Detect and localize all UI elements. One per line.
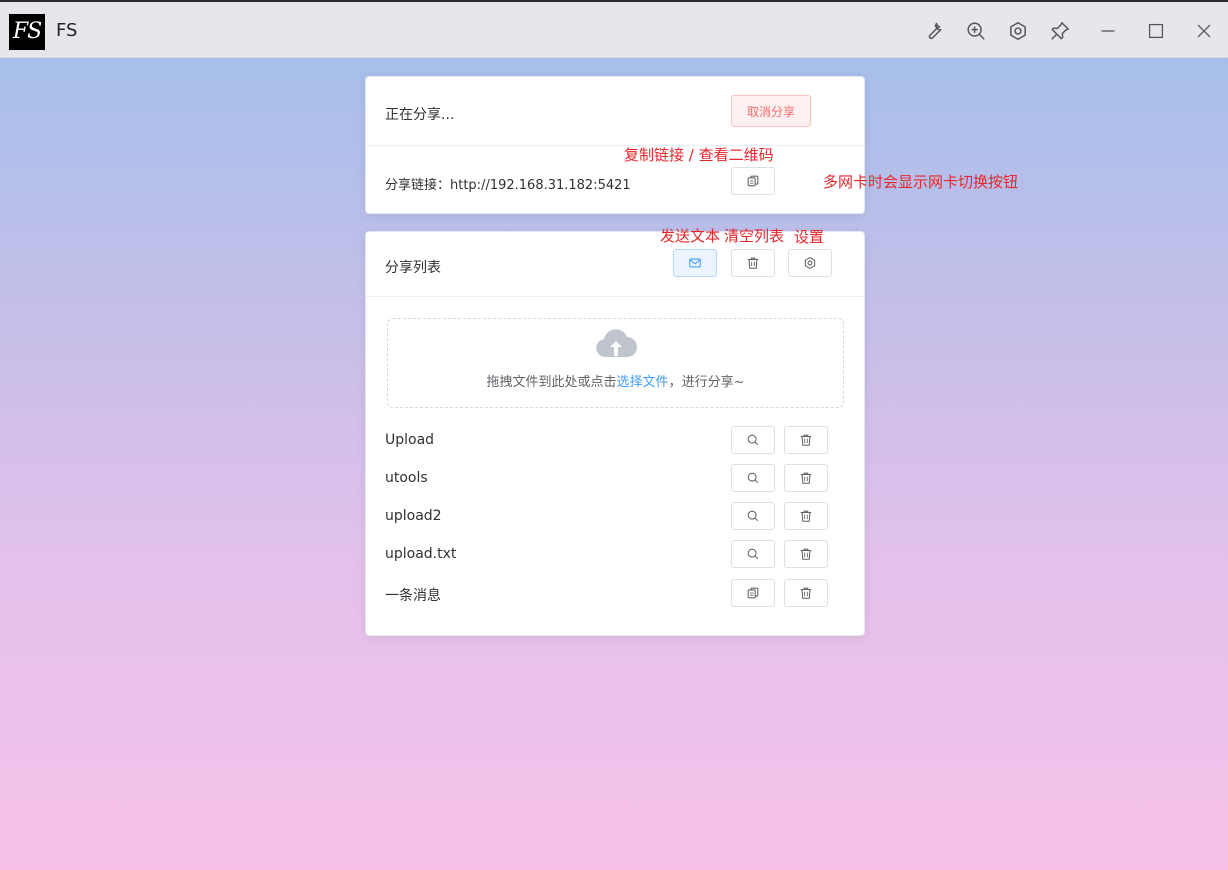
gear-icon (803, 256, 817, 270)
upload-dropzone[interactable]: 拖拽文件到此处或点击选择文件，进行分享~ (387, 318, 844, 408)
annotation-settings: 设置 (794, 228, 825, 246)
trash-icon (799, 433, 813, 447)
trash-icon (799, 471, 813, 485)
upload-hint: 拖拽文件到此处或点击选择文件，进行分享~ (388, 371, 843, 390)
divider (366, 296, 864, 297)
annotation-send-text: 发送文本 (660, 227, 721, 245)
search-icon (746, 547, 760, 561)
copy-icon (746, 174, 760, 188)
delete-button[interactable] (784, 426, 828, 454)
share-status-text: 正在分享... (385, 107, 455, 123)
share-list-title: 分享列表 (385, 260, 441, 276)
preview-button[interactable] (731, 502, 775, 530)
trash-icon (799, 547, 813, 561)
copy-link-button[interactable] (731, 167, 775, 195)
clear-list-button[interactable] (731, 249, 775, 277)
list-item-name: upload.txt (385, 546, 457, 562)
annotation-clear-list: 清空列表 (724, 227, 785, 245)
send-text-button[interactable] (673, 249, 717, 277)
close-icon[interactable] (1193, 20, 1215, 42)
delete-button[interactable] (784, 540, 828, 568)
mail-icon (688, 256, 702, 270)
delete-button[interactable] (784, 502, 828, 530)
list-item-name: Upload (385, 432, 435, 448)
upload-hint-prefix: 拖拽文件到此处或点击 (486, 375, 617, 390)
share-list-card: 分享列表 拖拽文件到此处或点击选择文件，进行分享~ Upload utools … (365, 231, 865, 636)
pin-icon[interactable] (1049, 20, 1071, 42)
delete-button[interactable] (784, 464, 828, 492)
app-title: FS (56, 20, 78, 41)
list-item-name: utools (385, 470, 428, 486)
zoom-in-icon[interactable] (965, 20, 987, 42)
maximize-icon[interactable] (1145, 20, 1167, 42)
trash-icon (799, 586, 813, 600)
share-link-text: 分享链接：http://192.168.31.182:5421 (385, 178, 631, 193)
app-logo: FS (9, 14, 45, 50)
cloud-upload-icon (596, 329, 637, 357)
copy-icon (746, 586, 760, 600)
copy-button[interactable] (731, 579, 775, 607)
list-item-name: 一条消息 (385, 588, 441, 604)
divider (366, 145, 864, 146)
wrench-icon[interactable] (923, 20, 945, 42)
trash-icon (746, 256, 760, 270)
annotation-multi-nic: 多网卡时会显示网卡切换按钮 (823, 173, 1019, 191)
search-icon (746, 433, 760, 447)
search-icon (746, 509, 760, 523)
share-status-card: 正在分享... 取消分享 分享链接：http://192.168.31.182:… (365, 76, 865, 214)
minimize-icon[interactable] (1097, 20, 1119, 42)
search-icon (746, 471, 760, 485)
preview-button[interactable] (731, 540, 775, 568)
delete-button[interactable] (784, 579, 828, 607)
select-file-link[interactable]: 选择文件 (617, 375, 669, 390)
preview-button[interactable] (731, 464, 775, 492)
trash-icon (799, 509, 813, 523)
cancel-share-button[interactable]: 取消分享 (731, 95, 811, 127)
title-bar: FS FS (0, 2, 1228, 58)
upload-hint-suffix: ，进行分享~ (668, 375, 745, 390)
annotation-copy-link: 复制链接 / 查看二维码 (624, 146, 774, 164)
preview-button[interactable] (731, 426, 775, 454)
list-item-name: upload2 (385, 508, 442, 524)
hexagon-settings-icon[interactable] (1007, 20, 1029, 42)
settings-button[interactable] (788, 249, 832, 277)
